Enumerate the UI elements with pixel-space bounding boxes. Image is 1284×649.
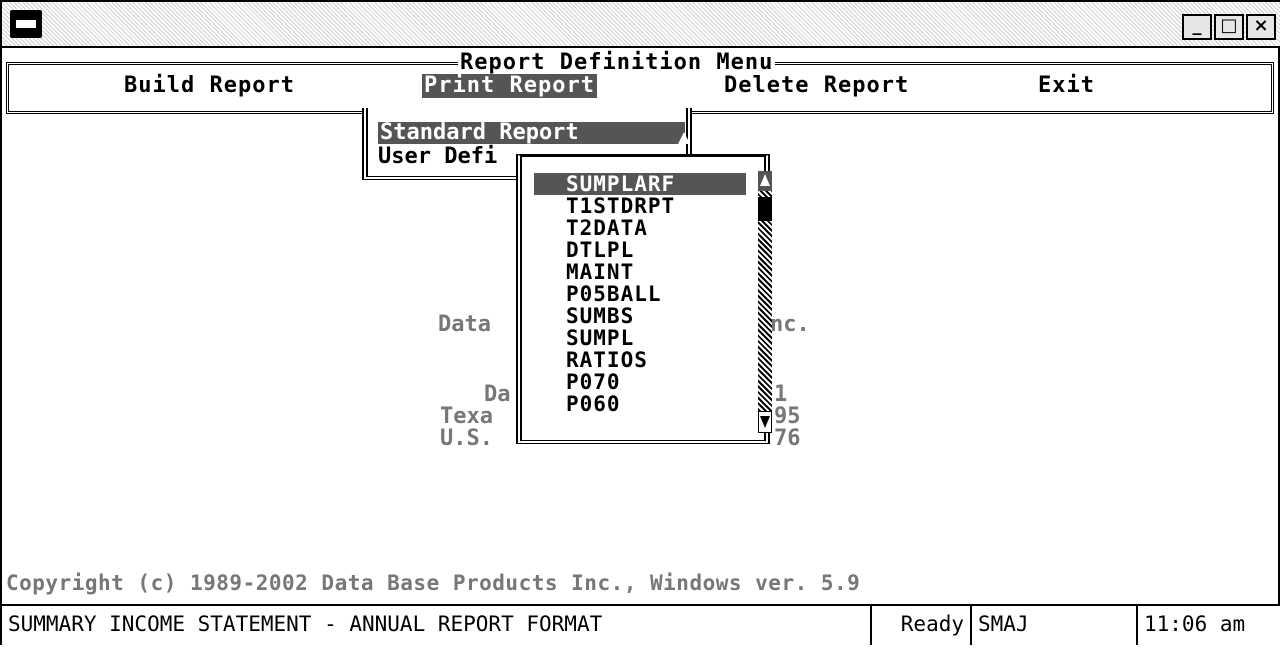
report-list: SUMPLARF T1STDRPT T2DATA DTLPL MAINT P05… [516,154,772,444]
background-text: U.S. [440,426,493,451]
list-item[interactable]: T1STDRPT [566,195,675,217]
list-item[interactable]: T2DATA [566,217,648,239]
menu-print-report[interactable]: Print Report [422,74,597,98]
list-item[interactable]: SUMPL [566,327,634,349]
status-time: 11:06 am [1144,612,1246,636]
list-item[interactable]: P05BALL [566,283,662,305]
scroll-up-icon[interactable] [758,171,772,191]
background-text: nc. [770,312,810,337]
status-state: Ready [872,606,972,645]
list-item[interactable]: SUMPLARF [534,173,746,195]
list-item[interactable]: P060 [566,393,621,415]
menu-delete-report[interactable]: Delete Report [724,74,909,98]
list-item[interactable]: DTLPL [566,239,634,261]
list-item[interactable]: P070 [566,371,621,393]
status-bar: SUMMARY INCOME STATEMENT - ANNUAL REPORT… [2,604,1280,645]
main-menu: Report Definition Menu Build Report Prin… [6,50,1274,116]
scroll-up-icon[interactable] [676,130,692,146]
scroll-down-icon[interactable] [758,411,772,433]
list-item[interactable]: MAINT [566,261,634,283]
menu-exit[interactable]: Exit [1038,74,1095,98]
status-user: SMAJ [972,606,1138,645]
copyright-text: Copyright (c) 1989-2002 Data Base Produc… [6,571,861,595]
maximize-button[interactable]: □ [1214,14,1244,40]
minimize-button[interactable]: _ [1182,14,1212,40]
menu-title: Report Definition Menu [458,50,776,75]
close-button[interactable]: × [1246,14,1276,40]
list-item[interactable]: RATIOS [566,349,648,371]
title-bar[interactable]: _ □ × [2,2,1280,48]
background-text: Da [484,382,511,407]
menu-build-report[interactable]: Build Report [124,74,295,98]
submenu-user-defined[interactable]: User Defi [378,146,497,168]
background-text: 95 [774,404,801,429]
status-description: SUMMARY INCOME STATEMENT - ANNUAL REPORT… [2,606,872,645]
background-text: Texa [440,404,493,429]
list-item[interactable]: SUMBS [566,305,634,327]
background-text: 1 [774,382,788,407]
submenu-standard-report[interactable]: Standard Report [378,122,685,144]
background-text: Data [438,312,491,337]
background-text: 76 [774,426,801,451]
app-icon[interactable] [10,10,42,38]
scrollbar-thumb[interactable] [758,197,772,221]
